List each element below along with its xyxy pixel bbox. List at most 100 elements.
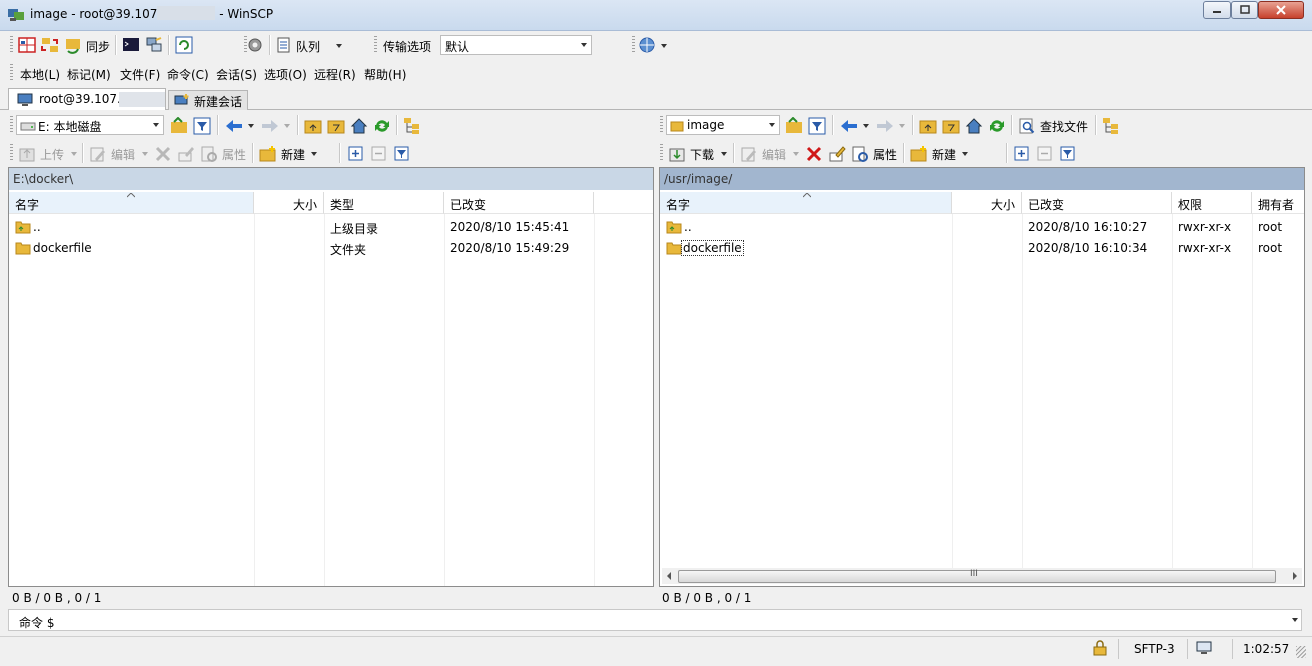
main-toolbar: 同步 队列 传输选项 默认 [8, 32, 1308, 58]
filter-icon[interactable] [193, 117, 211, 135]
col-name[interactable]: 名字 [9, 192, 254, 214]
menu-local[interactable]: 本地(L) [20, 66, 60, 83]
close-icon [1276, 5, 1286, 15]
back-dropdown-arrow[interactable] [863, 124, 869, 128]
putty-icon[interactable] [145, 36, 163, 54]
col-changed[interactable]: 已改变 [1022, 192, 1172, 214]
find-files-icon[interactable] [1018, 117, 1036, 135]
properties-button[interactable]: 属性 [222, 146, 246, 163]
root-directory-icon[interactable] [942, 117, 960, 135]
col-owner[interactable]: 拥有者 [1252, 192, 1304, 214]
scroll-thumb[interactable]: III [678, 569, 1276, 583]
find-files-button[interactable]: 查找文件 [1040, 118, 1088, 135]
command-line[interactable]: 命令 $ [8, 609, 1302, 631]
refresh-icon[interactable] [373, 117, 391, 135]
synchronize-icon[interactable] [64, 36, 82, 54]
resize-grip[interactable] [1296, 646, 1306, 658]
menu-session[interactable]: 会话(S) [216, 66, 257, 83]
parent-directory-icon[interactable] [304, 117, 322, 135]
table-row[interactable]: dockerfile 文件夹 2020/8/10 15:49:29 [9, 238, 653, 258]
tree-view-icon[interactable] [1102, 117, 1120, 135]
network-globe-icon[interactable] [638, 36, 656, 54]
queue-button[interactable]: 队列 [296, 38, 320, 55]
filter-select-icon[interactable] [393, 145, 411, 163]
parent-directory-icon[interactable] [919, 117, 937, 135]
console-icon[interactable] [122, 36, 140, 54]
queue-dropdown-arrow[interactable] [336, 44, 342, 48]
refresh-icon[interactable] [988, 117, 1006, 135]
table-row[interactable]: .. 2020/8/10 16:10:27 rwxr-xr-x root [660, 217, 1304, 237]
minimize-button[interactable] [1203, 1, 1231, 19]
command-history-arrow[interactable] [1292, 618, 1298, 622]
properties-icon[interactable] [851, 145, 869, 163]
edit-button[interactable]: 编辑 [762, 146, 786, 163]
back-arrow-icon[interactable] [839, 117, 859, 135]
row-owner: root [1258, 241, 1283, 255]
tree-view-icon[interactable] [403, 117, 421, 135]
delete-icon[interactable] [805, 145, 823, 163]
remote-directory-select[interactable]: image [666, 115, 780, 135]
preferences-gear-icon[interactable] [246, 36, 264, 54]
new-button[interactable]: 新建 [281, 146, 305, 163]
horizontal-scrollbar[interactable]: III [662, 568, 1302, 584]
select-all-icon[interactable] [1013, 145, 1031, 163]
col-size[interactable]: 大小 [254, 192, 324, 214]
download-icon[interactable] [668, 145, 686, 163]
menu-commands[interactable]: 命令(C) [167, 66, 209, 83]
tab-new-session[interactable]: 新建会话 [168, 90, 248, 110]
queue-icon[interactable] [275, 36, 293, 54]
filter-icon[interactable] [808, 117, 826, 135]
col-name[interactable]: 名字 [660, 192, 952, 214]
remote-file-panel[interactable]: /usr/image/ 名字 大小 已改变 权限 拥有者 .. 2020/8/1… [659, 167, 1305, 587]
new-button[interactable]: 新建 [932, 146, 956, 163]
menu-help[interactable]: 帮助(H) [364, 66, 406, 83]
command-prompt: 命令 $ [19, 616, 55, 630]
col-size[interactable]: 大小 [952, 192, 1022, 214]
synchronize-button[interactable]: 同步 [86, 38, 110, 55]
local-drive-select[interactable]: E: 本地磁盘 [16, 115, 164, 135]
local-file-panel[interactable]: E:\docker\ 名字 大小 类型 已改变 .. 上级目录 2020/8/1… [8, 167, 654, 587]
new-dropdown-arrow[interactable] [962, 152, 968, 156]
download-button[interactable]: 下载 [690, 146, 714, 163]
tab-session[interactable]: root@39.107. [8, 88, 166, 110]
refresh-session-icon[interactable] [175, 36, 193, 54]
new-dropdown-arrow[interactable] [311, 152, 317, 156]
network-dropdown-arrow[interactable] [661, 44, 667, 48]
menu-files[interactable]: 文件(F) [120, 66, 160, 83]
download-dropdown-arrow[interactable] [721, 152, 727, 156]
scroll-left-icon[interactable] [664, 571, 674, 581]
winscp-app-icon [8, 9, 24, 21]
rename-icon[interactable] [828, 145, 846, 163]
rename-icon [178, 147, 194, 162]
col-rights[interactable]: 权限 [1172, 192, 1252, 214]
parent-folder-icon [15, 221, 31, 234]
edit-button[interactable]: 编辑 [111, 146, 135, 163]
maximize-button[interactable] [1231, 1, 1258, 19]
open-directory-icon[interactable] [170, 117, 188, 135]
select-all-icon[interactable] [347, 145, 365, 163]
sync-browse-icon[interactable] [41, 36, 59, 54]
menu-options[interactable]: 选项(O) [264, 66, 307, 83]
new-folder-icon[interactable] [259, 145, 277, 163]
properties-button[interactable]: 属性 [873, 146, 897, 163]
root-directory-icon[interactable] [327, 117, 345, 135]
table-row[interactable]: .. 上级目录 2020/8/10 15:45:41 [9, 217, 653, 237]
home-icon[interactable] [350, 117, 368, 135]
scroll-right-icon[interactable] [1290, 571, 1300, 581]
col-type[interactable]: 类型 [324, 192, 444, 214]
command-input[interactable] [61, 611, 1285, 630]
compare-dirs-icon[interactable] [18, 36, 36, 54]
filter-select-icon[interactable] [1059, 145, 1077, 163]
transfer-settings-select[interactable]: 默认 [440, 35, 592, 55]
open-directory-icon[interactable] [785, 117, 803, 135]
back-arrow-icon[interactable] [224, 117, 244, 135]
back-dropdown-arrow[interactable] [248, 124, 254, 128]
col-changed[interactable]: 已改变 [444, 192, 594, 214]
table-row[interactable]: dockerfile 2020/8/10 16:10:34 rwxr-xr-x … [660, 238, 1304, 258]
home-icon[interactable] [965, 117, 983, 135]
menu-remote[interactable]: 远程(R) [314, 66, 356, 83]
new-folder-icon[interactable] [910, 145, 928, 163]
close-button[interactable] [1258, 1, 1304, 19]
menu-mark[interactable]: 标记(M) [67, 66, 111, 83]
upload-button[interactable]: 上传 [40, 146, 64, 163]
